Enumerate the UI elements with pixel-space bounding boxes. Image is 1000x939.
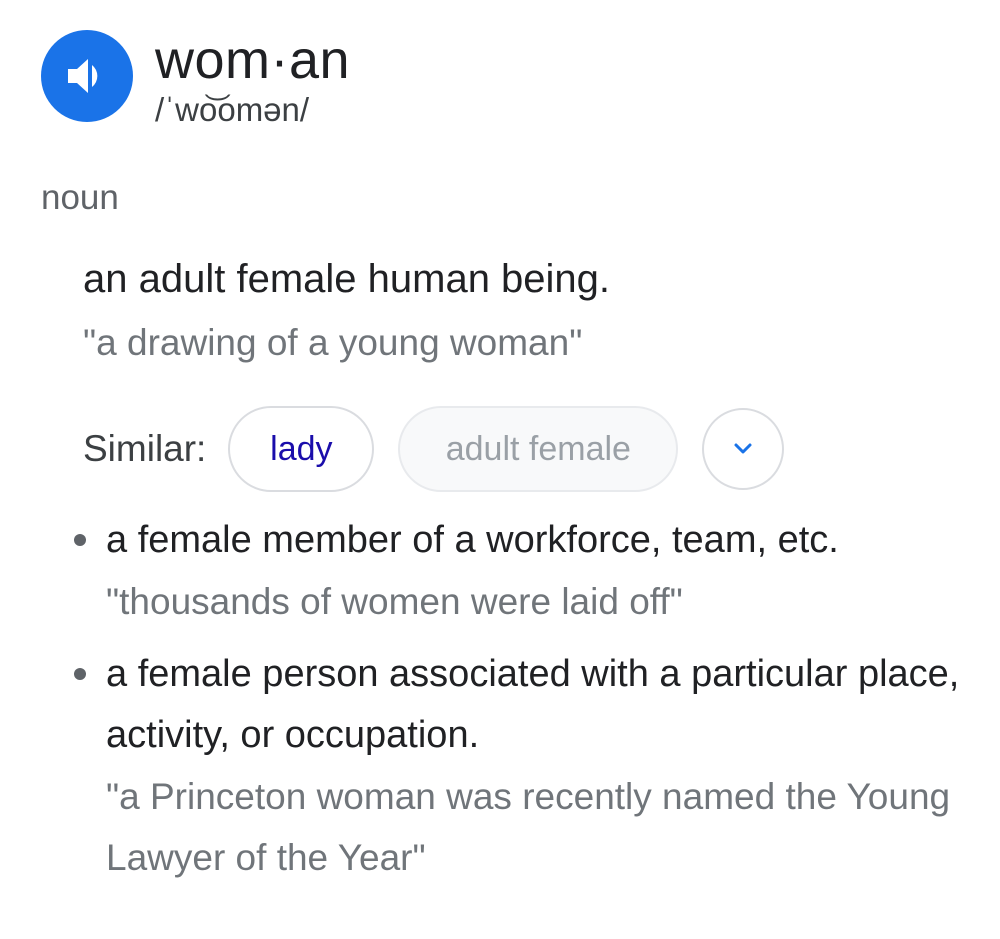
sub-sense-2: a female person associated with a partic… — [106, 644, 966, 888]
similar-chip-lady[interactable]: lady — [228, 406, 375, 492]
bullet-icon — [74, 534, 86, 546]
primary-definition: an adult female human being. — [83, 257, 611, 301]
sub-sense-example: "thousands of women were laid off" — [106, 581, 683, 622]
sub-sense-definition: a female member of a workforce, team, et… — [106, 519, 839, 561]
speaker-button[interactable] — [41, 30, 133, 122]
similar-chip-adult-female[interactable]: adult female — [398, 406, 679, 492]
part-of-speech: noun — [41, 178, 119, 217]
speaker-volume-icon — [68, 59, 98, 93]
expand-similar-button[interactable] — [702, 408, 785, 490]
bullet-icon — [74, 668, 86, 680]
sub-sense-definition: a female person associated with a partic… — [106, 653, 960, 756]
similar-words-row: Similar: lady adult female — [83, 404, 785, 494]
chevron-down-icon — [734, 443, 752, 454]
sub-sense-1: a female member of a workforce, team, et… — [106, 510, 966, 632]
primary-example: "a drawing of a young woman" — [83, 322, 583, 363]
sub-sense-example: "a Princeton woman was recently named th… — [106, 776, 951, 878]
pronunciation: /ˈwo͝omən/ — [155, 91, 310, 128]
similar-label: Similar: — [83, 428, 207, 469]
